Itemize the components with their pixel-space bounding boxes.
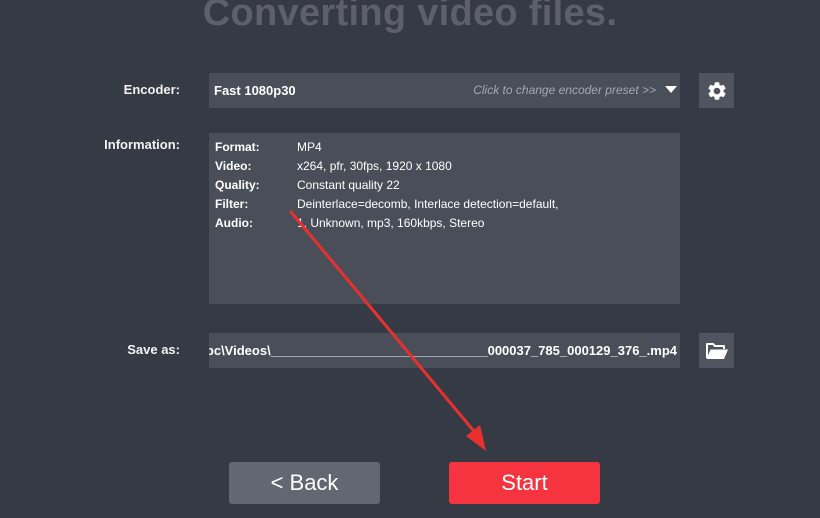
info-row-format: Format: MP4 <box>215 140 322 154</box>
info-key: Quality: <box>215 178 260 192</box>
save-as-label: Save as: <box>127 342 180 357</box>
save-as-path-value: s\pc\Videos\____________________________… <box>209 343 677 358</box>
start-button[interactable]: Start <box>449 462 600 504</box>
info-value: MP4 <box>297 140 322 154</box>
save-as-path-field[interactable]: s\pc\Videos\____________________________… <box>209 333 680 368</box>
info-value: 1, Unknown, mp3, 160kbps, Stereo <box>297 216 485 230</box>
gear-icon <box>707 81 726 100</box>
info-value: Constant quality 22 <box>297 178 400 192</box>
browse-folder-button[interactable] <box>699 333 734 368</box>
info-row-quality: Quality: Constant quality 22 <box>215 178 400 192</box>
info-key: Video: <box>215 159 252 173</box>
encoder-preset-select[interactable]: Fast 1080p30 Click to change encoder pre… <box>209 73 680 108</box>
info-key: Format: <box>215 140 260 154</box>
info-value: Deinterlace=decomb, Interlace detection=… <box>297 197 559 211</box>
info-row-audio: Audio: 1, Unknown, mp3, 160kbps, Stereo <box>215 216 484 230</box>
encoder-label: Encoder: <box>123 82 180 97</box>
encoder-settings-button[interactable] <box>699 73 734 108</box>
information-label: Information: <box>104 137 180 152</box>
dropdown-caret-icon <box>665 86 677 93</box>
folder-open-icon <box>705 342 728 359</box>
info-row-filter: Filter: Deinterlace=decomb, Interlace det… <box>215 197 559 211</box>
encoder-preset-hint: Click to change encoder preset >> <box>473 83 656 97</box>
info-value: x264, pfr, 30fps, 1920 x 1080 <box>297 159 452 173</box>
information-panel: Format: MP4 Video: x264, pfr, 30fps, 1920 … <box>209 133 680 304</box>
encoder-preset-value: Fast 1080p30 <box>214 83 296 98</box>
info-row-video: Video: x264, pfr, 30fps, 1920 x 1080 <box>215 159 452 173</box>
page-title: Converting video files. <box>202 0 618 34</box>
info-key: Filter: <box>215 197 249 211</box>
back-button[interactable]: < Back <box>229 462 380 504</box>
info-key: Audio: <box>215 216 253 230</box>
